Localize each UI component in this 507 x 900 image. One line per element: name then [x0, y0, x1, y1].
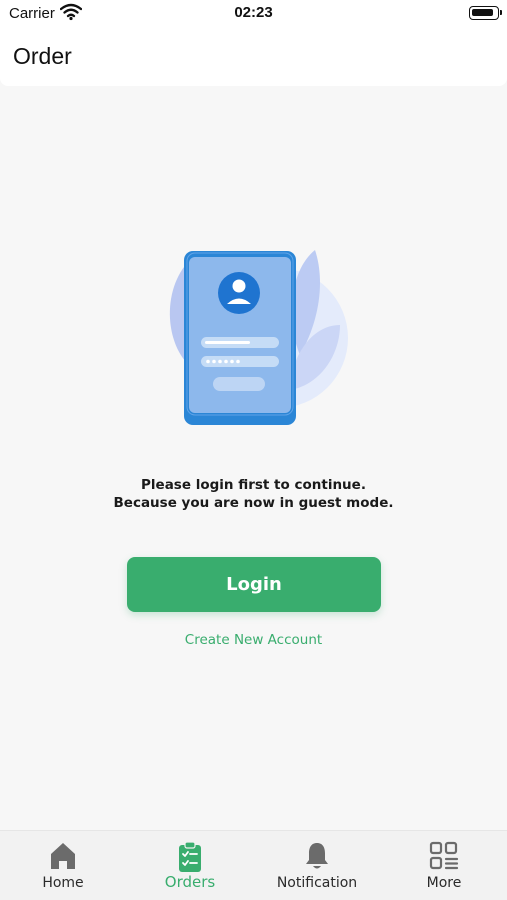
guest-message-line-2: Because you are now in guest mode.	[113, 495, 394, 511]
bottom-navigation: Home Orders Notification More	[0, 830, 507, 900]
create-account-link[interactable]: Create New Account	[0, 632, 507, 648]
grid-icon	[381, 841, 507, 875]
nav-label-more: More	[426, 875, 462, 891]
bell-icon	[254, 841, 380, 875]
nav-item-home[interactable]: Home	[0, 831, 126, 900]
login-phone-illustration	[150, 240, 360, 440]
status-time: 02:23	[234, 4, 273, 21]
nav-item-orders[interactable]: Orders	[127, 831, 253, 900]
nav-item-more[interactable]: More	[381, 831, 507, 900]
page-title: Order	[13, 43, 72, 69]
guest-mode-message: Please login first to continue. Because …	[0, 476, 507, 512]
status-bar: Carrier 02:23	[0, 0, 507, 30]
nav-label-orders: Orders	[164, 873, 216, 891]
battery-icon	[469, 6, 502, 20]
nav-label-home: Home	[42, 875, 84, 891]
nav-label-notification: Notification	[276, 875, 358, 891]
orders-clipboard-icon	[127, 841, 253, 877]
home-icon	[0, 841, 126, 875]
guest-message-line-1: Please login first to continue.	[141, 477, 366, 493]
nav-item-notification[interactable]: Notification	[254, 831, 380, 900]
login-button[interactable]: Login	[127, 557, 381, 612]
app-header: Order	[0, 30, 507, 86]
